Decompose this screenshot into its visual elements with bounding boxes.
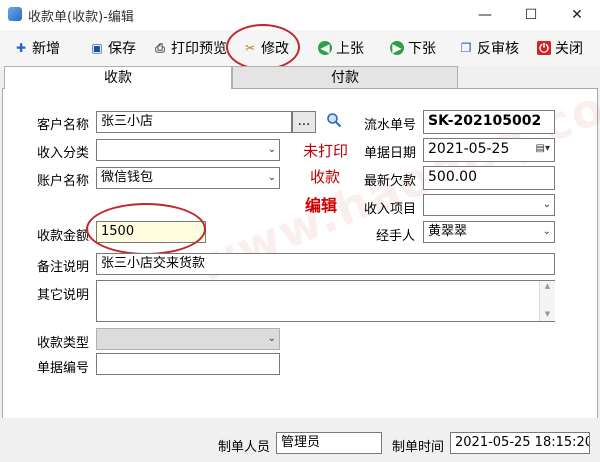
search-icon[interactable] (326, 112, 342, 128)
unapprove-button[interactable]: ❐ 反审核 (459, 36, 519, 60)
chevron-down-icon: ⌄ (542, 199, 551, 210)
chevron-down-icon: ⌄ (267, 172, 276, 183)
remark-label: 备注说明 (37, 260, 90, 275)
date-value: 2021-05-25 (428, 141, 510, 157)
document-icon: ❐ (460, 41, 472, 55)
remark-field[interactable]: 张三小店交来货款 (96, 253, 555, 275)
income-item-select[interactable]: ⌄ (423, 194, 555, 216)
add-label: 新增 (32, 41, 60, 57)
date-picker[interactable]: 2021-05-25 ▤▾ (423, 138, 555, 162)
close-window-button[interactable]: ✕ (554, 0, 600, 30)
tab-pay[interactable]: 付款 (232, 66, 458, 89)
floppy-icon: ▣ (91, 41, 103, 55)
serial-field: SK-202105002 (423, 110, 555, 134)
customer-browse-button[interactable]: ... (292, 111, 316, 133)
income-type-label: 收入分类 (37, 146, 90, 161)
minimize-button[interactable]: — (462, 0, 508, 30)
creator-field: 管理员 (276, 432, 382, 454)
serial-label: 流水单号 (364, 118, 417, 133)
document-type-status: 收款 (310, 168, 341, 186)
doc-no-label: 单据编号 (37, 361, 90, 376)
scroll-up-icon[interactable]: ▲ (540, 281, 555, 291)
calendar-icon[interactable]: ▤▾ (536, 139, 550, 159)
time-field: 2021-05-25 18:15:20 (450, 432, 590, 454)
chevron-down-icon: ⌄ (542, 226, 551, 237)
time-label: 制单时间 (392, 440, 445, 455)
latest-debt-label: 最新欠款 (364, 174, 417, 189)
arrow-left-icon: ◀ (318, 41, 332, 55)
customer-label: 客户名称 (37, 118, 90, 133)
account-value: 微信钱包 (101, 170, 154, 185)
handler-label: 经手人 (376, 229, 416, 244)
app-icon (8, 7, 22, 21)
print-preview-label: 打印预览 (171, 41, 227, 57)
receipt-type-label: 收款类型 (37, 336, 90, 351)
customer-field[interactable]: 张三小店 (96, 111, 292, 133)
latest-debt-field: 500.00 (423, 166, 555, 190)
chevron-down-icon: ⌄ (267, 333, 276, 344)
income-item-label: 收入项目 (364, 202, 417, 217)
next-button[interactable]: ▶ 下张 (390, 36, 436, 60)
power-icon: ⏻ (537, 41, 551, 55)
account-label: 账户名称 (37, 174, 90, 189)
receipt-type-select[interactable]: ⌄ (96, 328, 280, 350)
other-label: 其它说明 (37, 288, 90, 303)
income-type-select[interactable]: ⌄ (96, 139, 280, 161)
plus-icon: ✚ (15, 41, 27, 55)
maximize-button[interactable]: ☐ (508, 0, 554, 30)
creator-label: 制单人员 (218, 440, 271, 455)
print-preview-button[interactable]: ⎙ 打印预览 (153, 36, 227, 60)
amount-label: 收款金额 (37, 229, 90, 244)
print-status: 未打印 (303, 142, 349, 160)
close-label: 关闭 (555, 41, 583, 57)
chevron-down-icon: ⌄ (267, 144, 276, 155)
unapprove-label: 反审核 (477, 41, 519, 57)
account-select[interactable]: 微信钱包 ⌄ (96, 167, 280, 189)
add-button[interactable]: ✚ 新增 (14, 36, 60, 60)
edit-mode-status: 编辑 (305, 196, 338, 215)
next-label: 下张 (408, 41, 436, 57)
close-button[interactable]: ⏻ 关闭 (537, 36, 583, 60)
highlight-circle-modify (226, 24, 300, 70)
doc-no-field[interactable] (96, 353, 280, 375)
tab-receive[interactable]: 收款 (4, 66, 232, 89)
handler-value: 黄翠翠 (428, 224, 468, 239)
printer-icon: ⎙ (155, 41, 165, 55)
scrollbar[interactable]: ▲ ▼ (539, 281, 555, 321)
other-notes-textarea[interactable] (96, 280, 555, 322)
save-label: 保存 (108, 41, 136, 57)
handler-select[interactable]: 黄翠翠 ⌄ (423, 221, 555, 243)
highlight-circle-amount (86, 203, 206, 255)
date-label: 单据日期 (364, 146, 417, 161)
arrow-right-icon: ▶ (390, 41, 404, 55)
scroll-down-icon[interactable]: ▼ (540, 309, 555, 319)
prev-button[interactable]: ◀ 上张 (318, 36, 364, 60)
window-title: 收款单(收款)-编辑 (28, 10, 134, 25)
save-button[interactable]: ▣ 保存 (90, 36, 136, 60)
prev-label: 上张 (336, 41, 364, 57)
